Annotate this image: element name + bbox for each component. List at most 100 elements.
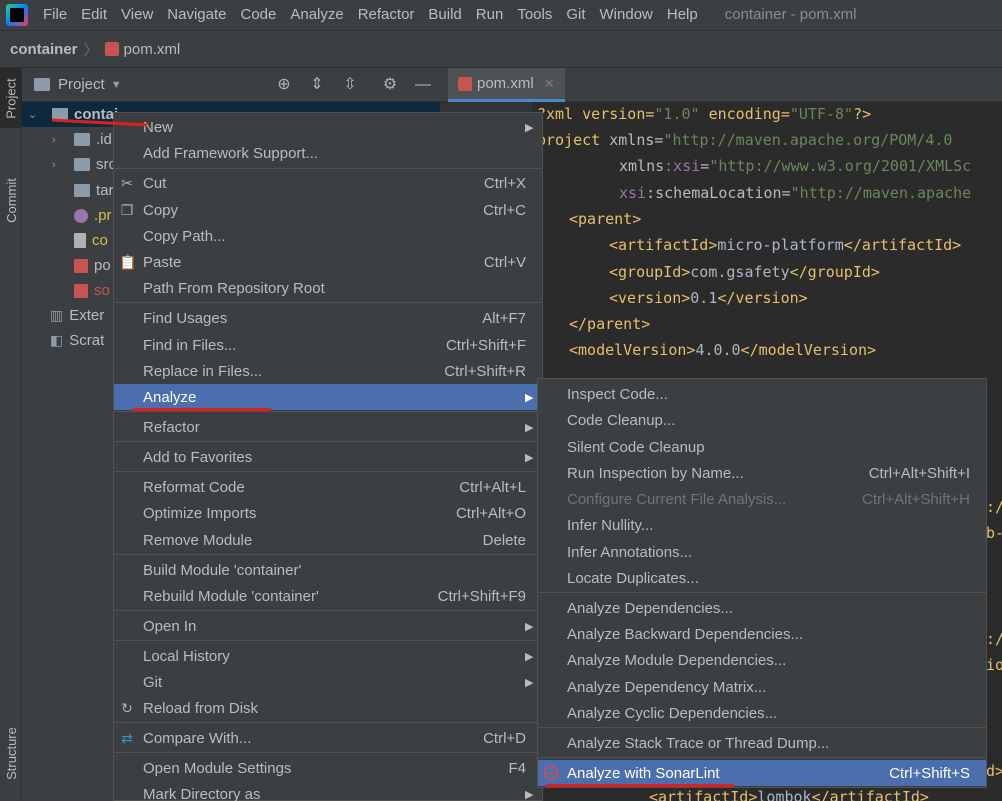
chevron-right-icon[interactable]: ›	[52, 134, 66, 146]
menu-item-remove-module[interactable]: Remove Module Delete	[114, 527, 542, 553]
menu-item-replace-in-files[interactable]: Replace in Files... Ctrl+Shift+R	[114, 358, 542, 384]
menu-item-module-settings[interactable]: Open Module Settings F4	[114, 755, 542, 781]
menu-build[interactable]: Build	[421, 0, 468, 30]
left-tool-strip: Project Commit Structure	[0, 68, 22, 801]
locate-icon[interactable]: ⊕	[274, 75, 294, 95]
code-line: <parent>	[569, 210, 642, 228]
breadcrumb-project[interactable]: container	[10, 41, 78, 58]
menu-item-path-from-root[interactable]: Path From Repository Root	[114, 275, 542, 301]
menu-item-cyclic-dependencies[interactable]: Analyze Cyclic Dependencies...	[538, 700, 986, 726]
collapse-all-icon[interactable]: ⇳	[340, 75, 360, 95]
menu-edit[interactable]: Edit	[74, 0, 114, 30]
chevron-down-icon[interactable]: ⌄	[28, 108, 42, 121]
tree-item[interactable]: › src	[52, 152, 116, 177]
tree-item[interactable]: co	[74, 228, 108, 253]
submenu-arrow-icon: ▶	[525, 620, 534, 633]
menu-item-add-favorites[interactable]: Add to Favorites ▶	[114, 444, 542, 470]
breadcrumb-separator-icon: 〉	[83, 41, 99, 59]
menu-item-dependency-matrix[interactable]: Analyze Dependency Matrix...	[538, 674, 986, 700]
menu-item-cut[interactable]: ✂ Cut Ctrl+X	[114, 170, 542, 196]
menu-item-inspect-code[interactable]: Inspect Code...	[538, 381, 986, 407]
tree-item-label: .pr	[94, 207, 112, 224]
tab-commit[interactable]: Commit	[0, 160, 22, 240]
scissors-icon: ✂	[121, 175, 133, 191]
tree-item[interactable]: ◧ Scrat	[50, 328, 104, 353]
menu-item-analyze-sonarlint[interactable]: Analyze with SonarLint Ctrl+Shift+S	[538, 760, 986, 786]
menu-item-compare[interactable]: ⇄ Compare With... Ctrl+D	[114, 725, 542, 751]
menu-item-code-cleanup[interactable]: Code Cleanup...	[538, 407, 986, 433]
breadcrumb: container 〉 pom.xml	[0, 30, 1002, 68]
tab-project[interactable]: Project	[0, 68, 22, 128]
submenu-arrow-icon: ▶	[525, 421, 534, 434]
maven-file-icon	[458, 76, 472, 91]
menu-item-silent-cleanup[interactable]: Silent Code Cleanup	[538, 434, 986, 460]
project-panel-title[interactable]: Project	[58, 76, 105, 93]
menu-item-stack-trace[interactable]: Analyze Stack Trace or Thread Dump...	[538, 730, 986, 756]
tree-item[interactable]: .pr	[74, 203, 112, 228]
menu-item-copy-path[interactable]: Copy Path...	[114, 223, 542, 249]
context-menu: New ▶ Add Framework Support... ✂ Cut Ctrl+X…	[113, 112, 543, 801]
tree-item[interactable]: ▥ Exter	[50, 303, 104, 328]
menu-item-analyze[interactable]: Analyze ▶	[114, 384, 542, 410]
menu-git[interactable]: Git	[559, 0, 592, 30]
menu-item-git[interactable]: Git ▶	[114, 669, 542, 695]
menu-item-find-usages[interactable]: Find Usages Alt+F7	[114, 305, 542, 331]
main-menubar: File Edit View Navigate Code Analyze Ref…	[0, 0, 1002, 30]
menu-item-run-inspection[interactable]: Run Inspection by Name... Ctrl+Alt+Shift+…	[538, 460, 986, 486]
menu-view[interactable]: View	[114, 0, 160, 30]
menu-window[interactable]: Window	[593, 0, 660, 30]
menu-item-build-module[interactable]: Build Module 'container'	[114, 557, 542, 583]
chevron-down-icon[interactable]: ▼	[111, 79, 122, 91]
menu-run[interactable]: Run	[469, 0, 511, 30]
tree-item[interactable]: so	[74, 278, 110, 303]
menu-tools[interactable]: Tools	[510, 0, 559, 30]
tree-item-label: Exter	[69, 307, 105, 324]
tree-item[interactable]: po	[74, 253, 111, 278]
menu-item-open-in[interactable]: Open In ▶	[114, 613, 542, 639]
submenu-arrow-icon: ▶	[525, 650, 534, 663]
menu-item-rebuild-module[interactable]: Rebuild Module 'container' Ctrl+Shift+F9	[114, 583, 542, 609]
menu-item-backward-dependencies[interactable]: Analyze Backward Dependencies...	[538, 621, 986, 647]
menu-item-refactor[interactable]: Refactor ▶	[114, 414, 542, 440]
menu-code[interactable]: Code	[233, 0, 283, 30]
code-line: <version>0.1</version>	[609, 289, 808, 307]
tree-item-label: .id	[96, 131, 112, 148]
tab-pom-xml[interactable]: pom.xml ✕	[448, 68, 565, 102]
editor-tabs: pom.xml ✕	[440, 68, 1002, 102]
menu-analyze[interactable]: Analyze	[283, 0, 350, 30]
menu-separator	[114, 471, 542, 472]
chevron-right-icon[interactable]: ›	[52, 159, 66, 171]
menu-refactor[interactable]: Refactor	[351, 0, 422, 30]
menu-item-infer-nullity[interactable]: Infer Nullity...	[538, 512, 986, 538]
expand-all-icon[interactable]: ⇕	[307, 75, 327, 95]
submenu-arrow-icon: ▶	[525, 676, 534, 689]
menu-item-analyze-dependencies[interactable]: Analyze Dependencies...	[538, 595, 986, 621]
menu-help[interactable]: Help	[660, 0, 705, 30]
menu-item-module-dependencies[interactable]: Analyze Module Dependencies...	[538, 647, 986, 673]
menu-item-paste[interactable]: 📋 Paste Ctrl+V	[114, 249, 542, 275]
menu-item-copy[interactable]: ❐ Copy Ctrl+C	[114, 197, 542, 223]
breadcrumb-file[interactable]: pom.xml	[124, 41, 181, 58]
tab-structure-label: Structure	[3, 726, 19, 780]
tree-item[interactable]: tar	[74, 178, 114, 203]
gear-icon[interactable]: ⚙	[380, 75, 400, 95]
menu-item-find-in-files[interactable]: Find in Files... Ctrl+Shift+F	[114, 332, 542, 358]
menu-item-reload[interactable]: ↻ Reload from Disk	[114, 695, 542, 721]
menu-file[interactable]: File	[36, 0, 74, 30]
menu-item-optimize-imports[interactable]: Optimize Imports Ctrl+Alt+O	[114, 500, 542, 526]
scratch-icon: ◧	[50, 332, 64, 348]
menu-item-mark-directory[interactable]: Mark Directory as ▶	[114, 781, 542, 801]
menu-item-new[interactable]: New ▶	[114, 114, 542, 140]
menu-item-add-framework[interactable]: Add Framework Support...	[114, 140, 542, 166]
tree-item[interactable]: › .id	[52, 127, 112, 152]
menu-item-infer-annotations[interactable]: Infer Annotations...	[538, 539, 986, 565]
hide-icon[interactable]: —	[413, 75, 433, 95]
menu-navigate[interactable]: Navigate	[160, 0, 233, 30]
menu-separator	[114, 610, 542, 611]
menu-item-locate-duplicates[interactable]: Locate Duplicates...	[538, 565, 986, 591]
tab-structure[interactable]: Structure	[0, 708, 22, 798]
menu-item-reformat[interactable]: Reformat Code Ctrl+Alt+L	[114, 474, 542, 500]
menu-separator	[538, 592, 986, 593]
close-icon[interactable]: ✕	[544, 76, 555, 92]
menu-item-local-history[interactable]: Local History ▶	[114, 643, 542, 669]
